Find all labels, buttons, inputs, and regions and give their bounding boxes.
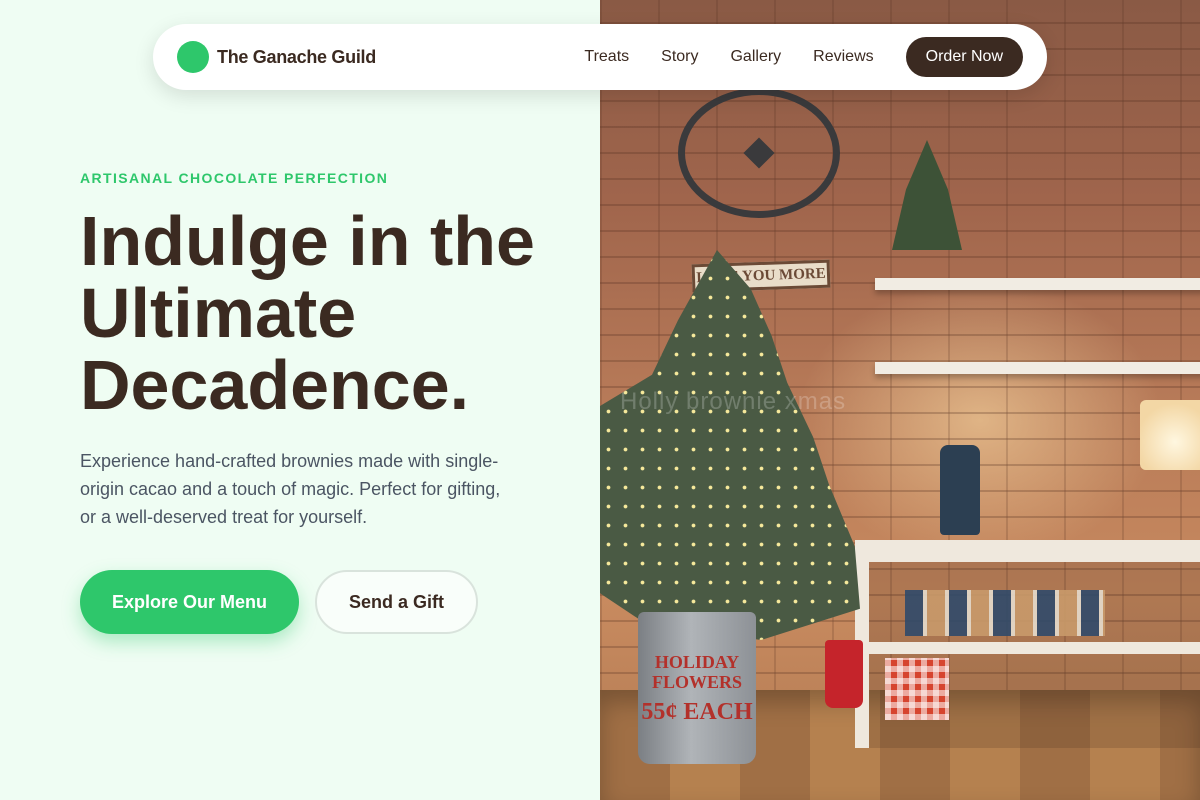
tree-pot: HOLIDAY FLOWERS 55¢ EACH xyxy=(638,612,756,764)
nav-links: Treats Story Gallery Reviews Order Now xyxy=(584,37,1023,77)
wall-shelf-lower xyxy=(875,362,1200,374)
wall-shelf-upper xyxy=(875,278,1200,290)
brand-name[interactable]: The Ganache Guild xyxy=(217,47,376,68)
nav-link-treats[interactable]: Treats xyxy=(584,48,629,66)
photo-watermark: Holly brownie xmas xyxy=(620,388,847,415)
wagon-wheel-decor xyxy=(678,88,840,218)
hero-description: Experience hand-crafted brownies made wi… xyxy=(80,451,501,527)
pot-price: 55¢ EACH xyxy=(641,699,753,725)
top-nav: The Ganache Guild Treats Story Gallery R… xyxy=(153,24,1047,90)
nav-link-story[interactable]: Story xyxy=(661,48,698,66)
nav-link-gallery[interactable]: Gallery xyxy=(730,48,781,66)
plaid-basket xyxy=(885,658,949,720)
brand-logo-dot[interactable] xyxy=(177,41,209,73)
explore-menu-button[interactable]: Explore Our Menu xyxy=(80,570,299,634)
table-lamp xyxy=(1140,400,1200,470)
nav-link-reviews[interactable]: Reviews xyxy=(813,48,873,66)
coffee-urn xyxy=(940,445,980,535)
hero-photo: LOVE YOU MORE HOLIDAY FLOWERS 55¢ EACH H… xyxy=(600,0,1200,800)
hero-eyebrow: ARTISANAL CHOCOLATE PERFECTION xyxy=(80,170,389,186)
red-bucket xyxy=(825,640,863,708)
send-gift-button[interactable]: Send a Gift xyxy=(315,570,478,634)
pot-text-line2: FLOWERS xyxy=(651,672,743,692)
hero-headline: Indulge in the Ultimate Decadence. xyxy=(80,202,535,424)
jar-row xyxy=(905,590,1105,636)
pot-text-line1: HOLIDAY xyxy=(654,652,740,672)
order-now-button[interactable]: Order Now xyxy=(905,37,1023,77)
